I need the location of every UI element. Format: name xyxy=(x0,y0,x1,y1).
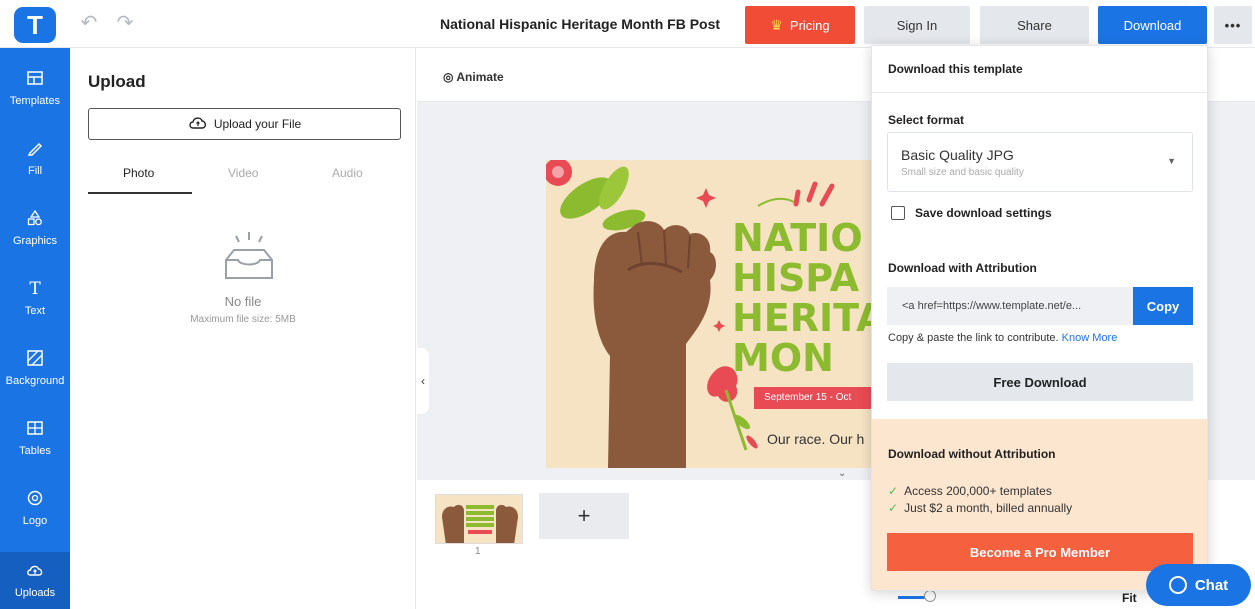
animate-label: Animate xyxy=(456,70,504,84)
animate-icon: ◎ xyxy=(443,70,457,84)
feature-item-text: Just $2 a month, billed annually xyxy=(904,501,1073,515)
sidebar-item-label: Fill xyxy=(27,165,43,177)
pricing-label: Pricing xyxy=(789,17,830,33)
poster-headline-line: MON xyxy=(732,336,834,380)
left-sidebar: Templates Fill Graphics T Text Backgroun… xyxy=(0,48,70,609)
know-more-link[interactable]: Know More xyxy=(1062,332,1118,344)
undo-icon[interactable]: ↶ xyxy=(78,12,100,34)
dropdown-header: Download this template xyxy=(888,62,1023,76)
tab-photo[interactable]: Photo xyxy=(123,166,154,180)
tab-audio[interactable]: Audio xyxy=(332,166,363,180)
table-icon xyxy=(26,420,44,438)
templates-icon xyxy=(26,70,44,88)
become-pro-member-button[interactable]: Become a Pro Member xyxy=(887,533,1193,571)
check-icon: ✓ xyxy=(888,501,899,515)
logo-icon xyxy=(26,490,44,508)
page-thumbnail[interactable] xyxy=(435,494,523,544)
attribution-code-field[interactable]: <a href=https://www.template.net/e... xyxy=(887,287,1133,325)
attribution-hint-text: Copy & paste the link to contribute. xyxy=(888,332,1059,344)
poster-headline-line: HERITA xyxy=(732,296,876,340)
sidebar-item-fill[interactable]: Fill xyxy=(0,130,70,194)
sidebar-item-label: Tables xyxy=(19,445,51,457)
sign-in-button[interactable]: Sign In xyxy=(864,6,970,44)
zoom-fit-button[interactable]: Fit xyxy=(1122,591,1137,605)
copy-button[interactable]: Copy xyxy=(1133,287,1193,325)
pro-upsell-section: Download without Attribution ✓ Access 200… xyxy=(872,419,1207,590)
animate-button[interactable]: ◎ Animate xyxy=(443,70,504,84)
divider xyxy=(872,92,1207,93)
poster-tagline[interactable]: Our race. Our h xyxy=(767,431,864,447)
sidebar-item-graphics[interactable]: Graphics xyxy=(0,200,70,264)
upload-cloud-icon xyxy=(188,115,208,133)
crown-icon: ♛ xyxy=(770,16,783,33)
empty-state-hint: Maximum file size: 5MB xyxy=(190,314,296,325)
add-page-button[interactable]: + xyxy=(539,493,629,539)
attribution-label: Download with Attribution xyxy=(888,261,1037,275)
sidebar-item-label: Logo xyxy=(22,515,48,527)
empty-inbox-icon xyxy=(218,226,280,288)
sidebar-item-logo[interactable]: Logo xyxy=(0,480,70,544)
upload-cloud-icon xyxy=(26,562,44,580)
sidebar-item-templates[interactable]: Templates xyxy=(0,60,70,124)
empty-state-title: No file xyxy=(224,294,262,309)
zoom-slider-handle[interactable] xyxy=(924,590,936,602)
text-icon: T xyxy=(29,279,41,299)
format-select[interactable]: Basic Quality JPG Small size and basic q… xyxy=(887,132,1193,192)
free-download-button[interactable]: Free Download xyxy=(887,363,1193,401)
share-button[interactable]: Share xyxy=(980,6,1089,44)
save-settings-label[interactable]: Save download settings xyxy=(915,206,1052,220)
active-tab-indicator xyxy=(88,192,192,194)
check-icon: ✓ xyxy=(888,484,899,498)
poster-date-ribbon[interactable]: September 15 - Oct xyxy=(754,387,876,409)
top-bar: T ↶ ↷ National Hispanic Heritage Month F… xyxy=(0,0,1255,48)
feature-item: ✓ Access 200,000+ templates xyxy=(888,484,1052,498)
upload-panel: Upload Upload your File Photo Video Audi… xyxy=(70,48,416,609)
more-options-button[interactable]: ••• xyxy=(1214,6,1252,44)
download-dropdown: Download this template Select format Bas… xyxy=(871,45,1208,591)
without-attribution-title: Download without Attribution xyxy=(888,447,1056,461)
format-select-value: Basic Quality JPG xyxy=(901,147,1014,163)
background-icon xyxy=(26,350,44,368)
sidebar-item-label: Background xyxy=(5,375,65,387)
chevron-down-icon[interactable]: ⌄ xyxy=(838,468,846,479)
tab-video[interactable]: Video xyxy=(228,166,258,180)
attribution-hint: Copy & paste the link to contribute. Kno… xyxy=(888,332,1117,344)
pricing-button[interactable]: ♛ Pricing xyxy=(745,6,855,44)
format-select-subtitle: Small size and basic quality xyxy=(901,167,1024,178)
feature-item-text: Access 200,000+ templates xyxy=(904,484,1052,498)
pencil-icon xyxy=(26,140,44,158)
sidebar-item-tables[interactable]: Tables xyxy=(0,410,70,474)
chat-bubble-icon xyxy=(1168,576,1187,594)
poster-headline-line: HISPA xyxy=(732,256,860,300)
document-title[interactable]: National Hispanic Heritage Month FB Post xyxy=(440,16,720,32)
chevron-left-icon: ‹ xyxy=(421,374,425,388)
chat-label: Chat xyxy=(1194,576,1229,594)
panel-title: Upload xyxy=(88,72,146,91)
caret-down-icon: ▼ xyxy=(1167,156,1176,166)
sidebar-item-label: Graphics xyxy=(12,235,58,247)
sidebar-item-background[interactable]: Background xyxy=(0,340,70,404)
download-button[interactable]: Download xyxy=(1098,6,1207,44)
sidebar-item-label: Uploads xyxy=(14,587,56,599)
poster-headline-line: NATIO xyxy=(732,216,863,260)
sidebar-item-text[interactable]: T Text xyxy=(0,270,70,334)
sidebar-item-uploads[interactable]: Uploads xyxy=(0,552,70,609)
design-canvas[interactable]: NATIO HISPA HERITA MON September 15 - Oc… xyxy=(546,160,876,468)
thumbnail-preview xyxy=(436,495,522,543)
upload-file-label: Upload your File xyxy=(213,117,302,131)
poster-headline[interactable]: NATIO HISPA HERITA MON xyxy=(732,218,876,378)
upload-file-button[interactable]: Upload your File xyxy=(88,108,401,140)
feature-item: ✓ Just $2 a month, billed annually xyxy=(888,501,1072,515)
save-settings-checkbox[interactable] xyxy=(891,206,905,220)
chat-button[interactable]: Chat xyxy=(1146,564,1251,606)
page-number: 1 xyxy=(475,546,481,557)
shapes-icon xyxy=(26,209,44,228)
redo-icon[interactable]: ↷ xyxy=(114,12,136,34)
sidebar-item-label: Templates xyxy=(9,95,61,107)
collapse-panel-button[interactable]: ‹ xyxy=(417,348,429,414)
sidebar-item-label: Text xyxy=(24,305,46,317)
app-logo[interactable]: T xyxy=(14,7,56,43)
select-format-label: Select format xyxy=(888,113,965,127)
